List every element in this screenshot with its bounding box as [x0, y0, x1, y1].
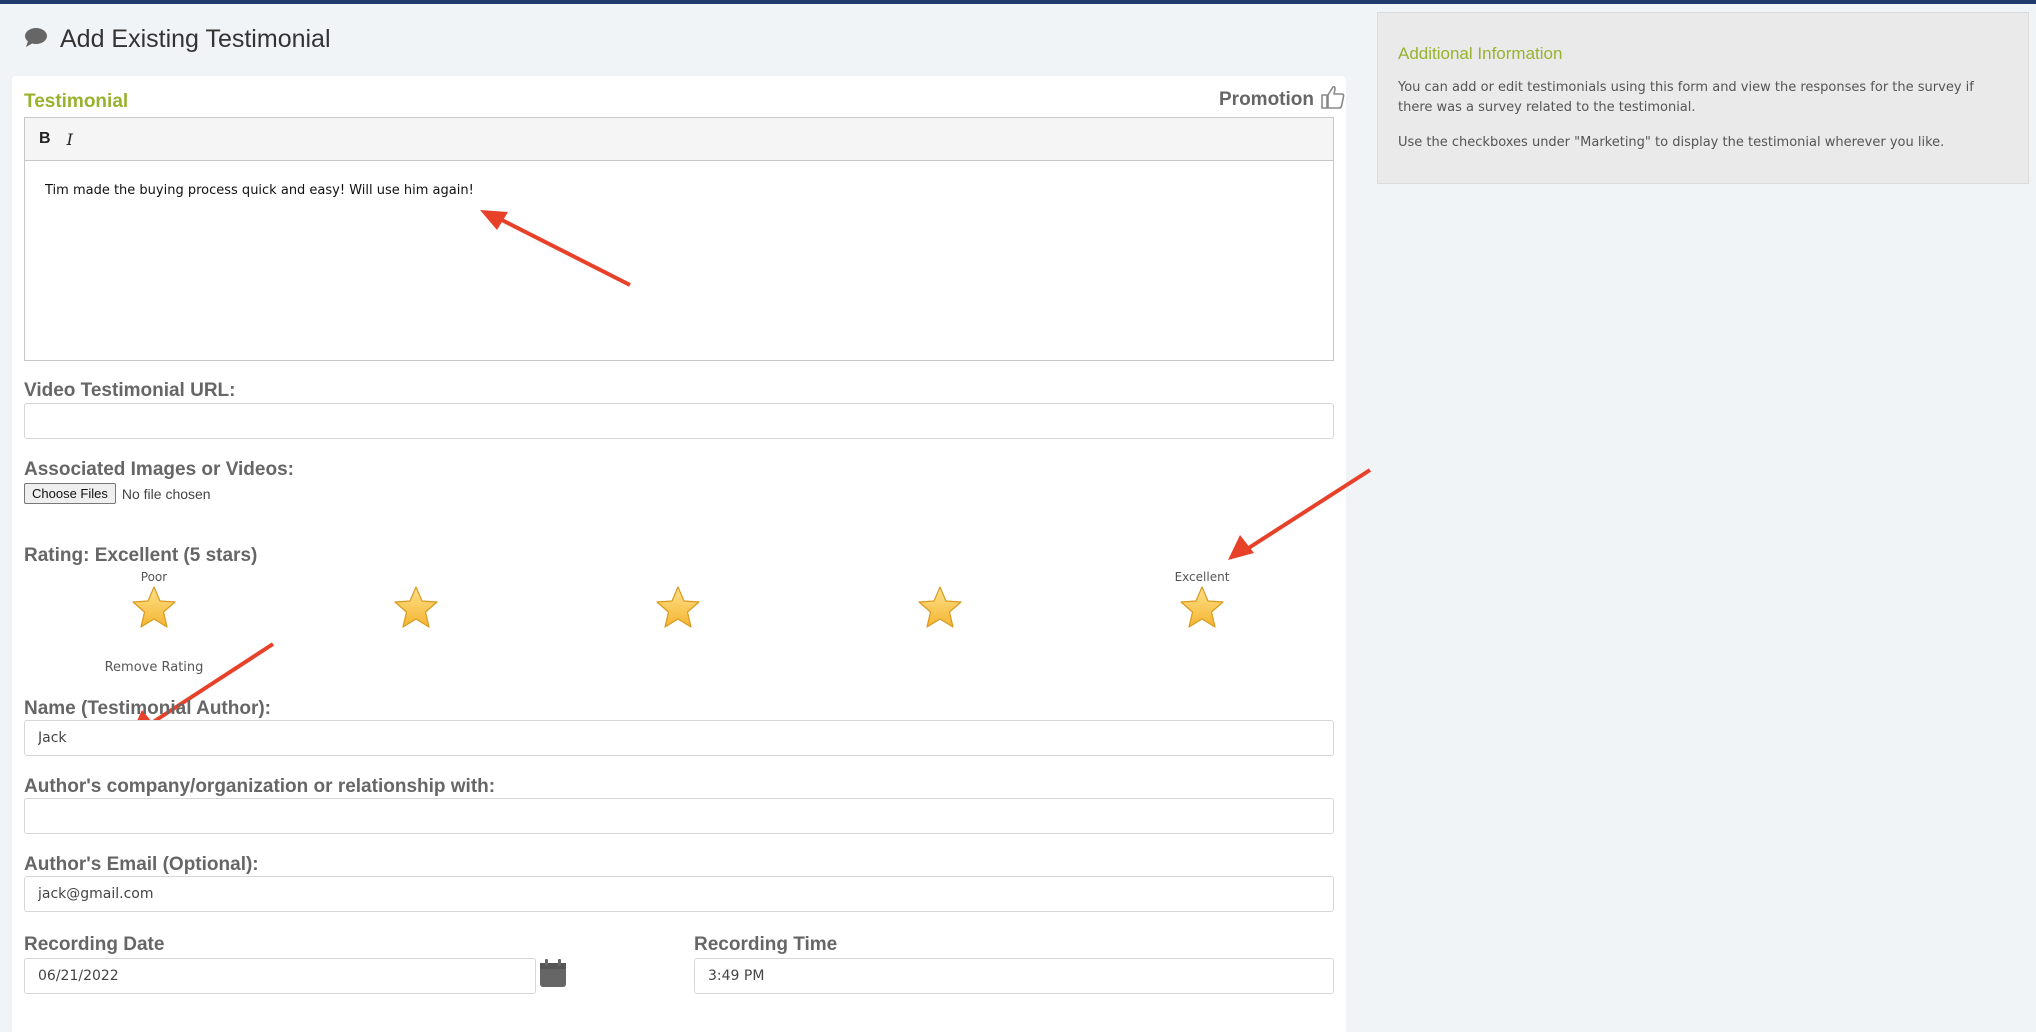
recording-time-label: Recording Time [694, 934, 838, 955]
testimonial-editor[interactable]: B I Tim made the buying process quick an… [24, 117, 1334, 361]
promotion-toggle[interactable]: Promotion [1219, 84, 1346, 115]
choose-files-button[interactable]: Choose Files [24, 483, 116, 504]
additional-info-text-2: Use the checkboxes under "Marketing" to … [1398, 135, 1945, 150]
star-4-icon[interactable] [910, 584, 970, 637]
annotation-arrow-editor [480, 210, 631, 287]
author-name-label: Name (Testimonial Author): [24, 698, 272, 719]
page-title: Add Existing Testimonial [60, 24, 331, 53]
star-3-icon[interactable] [648, 584, 708, 637]
top-bar [0, 0, 2036, 4]
rating-high-label: Excellent [1174, 570, 1230, 584]
file-picker: Choose Files No file chosen [24, 483, 211, 504]
author-email-label: Author's Email (Optional): [24, 854, 259, 875]
italic-button[interactable]: I [67, 130, 73, 149]
promotion-label: Promotion [1219, 88, 1314, 110]
additional-info-text-1: You can add or edit testimonials using t… [1398, 80, 1974, 115]
author-email-input[interactable] [24, 876, 1334, 912]
author-name-input[interactable] [24, 720, 1334, 756]
rating-low-label: Poor [140, 570, 168, 584]
annotation-arrow-excellent [1228, 468, 1372, 560]
video-url-input[interactable] [24, 403, 1334, 439]
editor-text-area[interactable]: Tim made the buying process quick and ea… [25, 161, 1333, 220]
file-status: No file chosen [121, 485, 211, 502]
recording-date-label: Recording Date [24, 934, 165, 955]
video-url-label: Video Testimonial URL: [24, 380, 236, 401]
attachments-label: Associated Images or Videos: [24, 459, 294, 480]
testimonial-section-label: Testimonial [24, 91, 129, 112]
speech-bubble-icon [24, 27, 48, 52]
recording-date-input[interactable] [24, 958, 536, 994]
author-company-input[interactable] [24, 798, 1334, 834]
editor-toolbar: B I [25, 118, 1333, 161]
recording-time-input[interactable] [694, 958, 1334, 994]
additional-info-title: Additional Information [1398, 44, 1563, 63]
author-company-label: Author's company/organization or relatio… [24, 776, 496, 797]
star-5-icon[interactable] [1172, 584, 1232, 637]
star-2-icon[interactable] [386, 584, 446, 637]
rating-label: Rating: Excellent (5 stars) [24, 545, 258, 566]
thumbs-up-icon[interactable] [1320, 84, 1346, 115]
calendar-icon[interactable] [539, 958, 567, 993]
page-header: Add Existing Testimonial [24, 22, 331, 56]
additional-info-panel: Additional Information You can add or ed… [1377, 12, 2029, 184]
star-1-icon[interactable] [124, 584, 184, 637]
bold-button[interactable]: B [39, 130, 51, 148]
